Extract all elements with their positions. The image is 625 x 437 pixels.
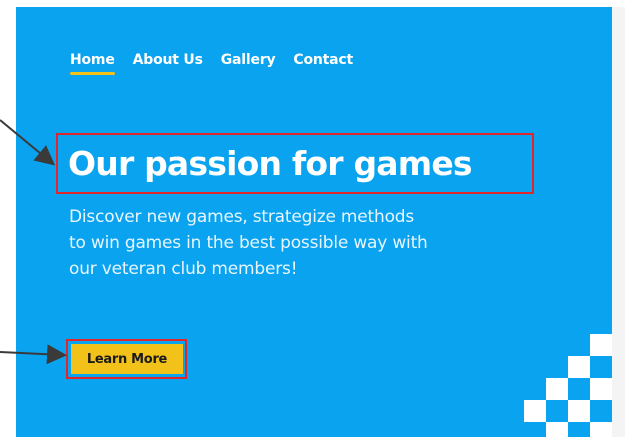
learn-more-button[interactable]: Learn More bbox=[71, 344, 183, 374]
hero-description: Discover new games, strategize methods t… bbox=[69, 207, 428, 279]
hero-section: Home About Us Gallery Contact Our passio… bbox=[16, 7, 612, 437]
hero-title: Our passion for games bbox=[68, 144, 473, 183]
nav-link-about-us[interactable]: About Us bbox=[133, 52, 203, 68]
nav-link-contact[interactable]: Contact bbox=[293, 52, 353, 68]
nav-link-gallery[interactable]: Gallery bbox=[221, 52, 276, 68]
nav-link-home[interactable]: Home bbox=[70, 52, 115, 75]
main-nav: Home About Us Gallery Contact bbox=[70, 52, 353, 75]
